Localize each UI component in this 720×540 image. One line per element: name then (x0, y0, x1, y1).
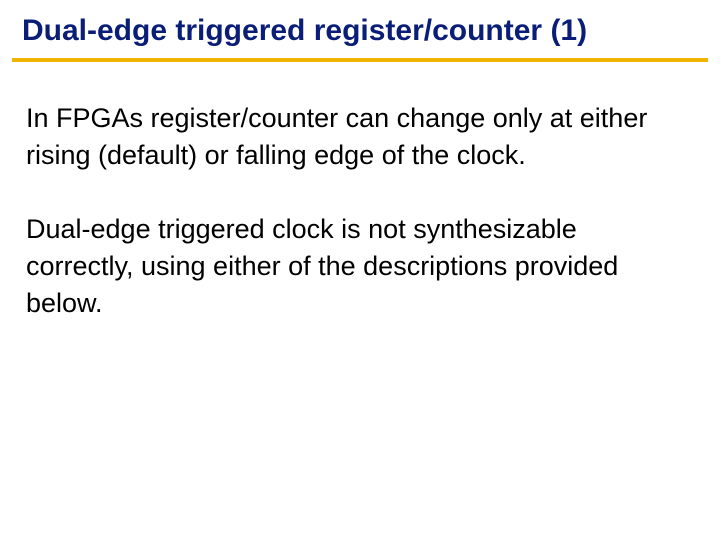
slide-body: In FPGAs register/counter can change onl… (26, 100, 686, 358)
paragraph-1: In FPGAs register/counter can change onl… (26, 100, 686, 175)
slide-title: Dual-edge triggered register/counter (1) (22, 14, 587, 48)
title-underline (12, 58, 708, 62)
slide: Dual-edge triggered register/counter (1)… (0, 0, 720, 540)
paragraph-2: Dual-edge triggered clock is not synthes… (26, 211, 686, 323)
